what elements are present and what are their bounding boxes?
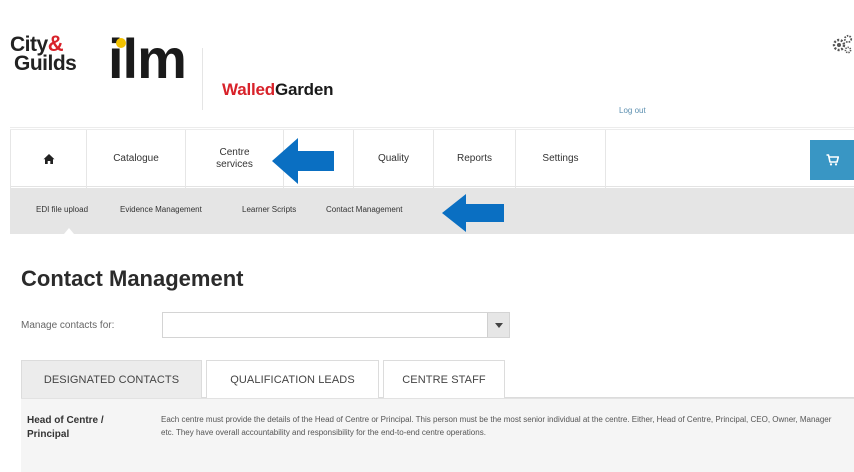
home-icon (43, 154, 54, 164)
ilm-dot-icon (116, 38, 126, 48)
gear-icon[interactable] (830, 32, 854, 56)
caret-down-icon (494, 322, 503, 328)
logout-link[interactable]: Log out (619, 106, 646, 115)
cart-button[interactable] (810, 140, 854, 180)
arrow-left-icon (272, 138, 334, 184)
nav-centre-services[interactable]: Centre services (186, 130, 284, 188)
logo-guilds-text: Guilds (14, 52, 77, 75)
centre-select[interactable] (162, 312, 510, 338)
subnav-edi-file-upload[interactable]: EDI file upload (36, 205, 88, 214)
sub-nav: EDI file upload Evidence Management Lear… (10, 188, 854, 234)
header-divider (202, 48, 203, 110)
active-indicator-icon (64, 228, 74, 234)
tab-qualification-leads[interactable]: QUALIFICATION LEADS (206, 360, 379, 398)
tab-centre-staff[interactable]: CENTRE STAFF (383, 360, 505, 398)
brand-garden-text: Garden (274, 80, 334, 99)
contact-tabs: DESIGNATED CONTACTS QUALIFICATION LEADS … (21, 360, 854, 398)
page: City& Guilds ilm WalledGarden Log out Ca… (0, 0, 854, 472)
subnav-evidence-management[interactable]: Evidence Management (120, 205, 202, 214)
contact-info-row: Head of Centre / Principal Each centre m… (21, 398, 854, 472)
arrow-left-icon (442, 194, 504, 232)
contact-role-description: Each centre must provide the details of … (161, 415, 832, 437)
brand-walled-text: Walled (222, 80, 275, 99)
ilm-logo[interactable]: ilm (108, 31, 187, 87)
nav-settings[interactable]: Settings (516, 130, 606, 188)
select-toggle-button[interactable] (487, 313, 509, 337)
subnav-contact-management[interactable]: Contact Management (326, 205, 403, 214)
nav-catalogue[interactable]: Catalogue (87, 130, 186, 188)
nav-quality[interactable]: Quality (354, 130, 434, 188)
nav-home[interactable] (10, 130, 87, 188)
cart-icon (826, 154, 839, 166)
subnav-learner-scripts[interactable]: Learner Scripts (242, 205, 296, 214)
page-title: Contact Management (21, 266, 244, 291)
main-nav: Catalogue Centre services Quality Report… (10, 129, 854, 188)
tab-designated-contacts[interactable]: DESIGNATED CONTACTS (21, 360, 202, 398)
contact-role-label: Head of Centre / Principal (27, 415, 104, 440)
walled-garden-brand[interactable]: WalledGarden (222, 80, 333, 100)
manage-contacts-label: Manage contacts for: (21, 320, 115, 331)
city-guilds-logo[interactable]: City& Guilds (10, 33, 77, 75)
nav-reports[interactable]: Reports (434, 130, 516, 188)
